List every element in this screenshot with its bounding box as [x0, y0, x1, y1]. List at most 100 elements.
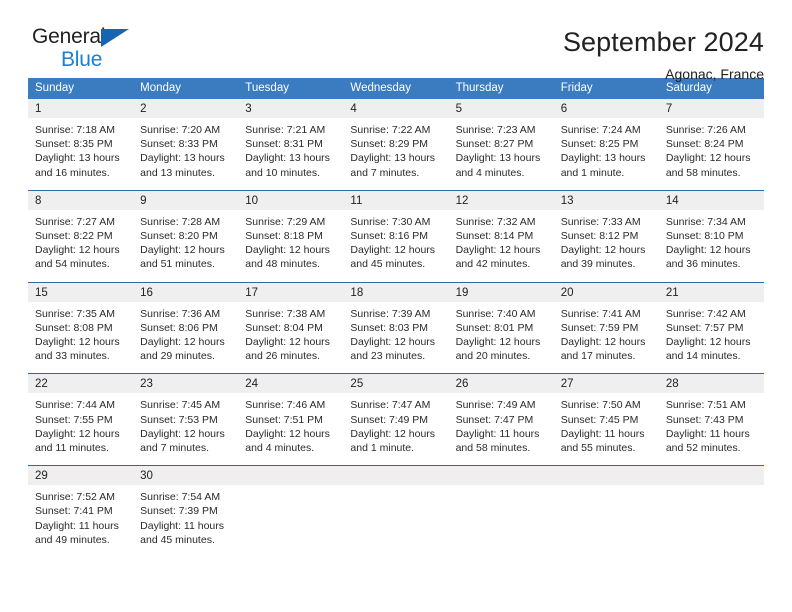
sunrise-time: Sunrise: 7:30 AM — [350, 215, 431, 228]
calendar-day-cell[interactable]: 26 Sunrise: 7:49 AM Sunset: 7:47 PM Dayligh… — [448, 373, 554, 466]
daylight-duration-line2: and 7 minutes. — [350, 166, 420, 179]
calendar-cell-empty — [448, 465, 554, 558]
calendar-day-cell[interactable]: 6 Sunrise: 7:24 AM Sunset: 8:25 PM Daylight… — [553, 99, 659, 190]
day-details — [449, 485, 554, 557]
day-number — [553, 466, 659, 486]
day-number — [238, 466, 344, 486]
daylight-duration-line2: and 11 minutes. — [35, 442, 109, 455]
day-details: Sunrise: 7:38 AM Sunset: 8:04 PM Daylight:… — [238, 302, 343, 374]
daylight-duration-line1: Daylight: 13 hours — [350, 152, 436, 165]
daylight-duration-line2: and 17 minutes. — [560, 350, 636, 363]
sunset-time: Sunset: 7:43 PM — [665, 413, 744, 426]
calendar-day-cell[interactable]: 29 Sunrise: 7:52 AM Sunset: 7:41 PM Dayligh… — [28, 465, 134, 558]
weekday-header-monday: Monday — [133, 78, 239, 99]
day-details: Sunrise: 7:42 AM Sunset: 7:57 PM Daylight:… — [659, 302, 764, 374]
daylight-duration-line1: Daylight: 11 hours — [665, 427, 750, 440]
calendar-body: 1 Sunrise: 7:18 AM Sunset: 8:35 PM Daylight… — [28, 99, 764, 558]
sunset-time: Sunset: 8:35 PM — [35, 138, 113, 151]
calendar-day-cell[interactable]: 20 Sunrise: 7:41 AM Sunset: 7:59 PM Dayligh… — [553, 281, 659, 374]
daylight-duration-line1: Daylight: 12 hours — [245, 336, 330, 349]
calendar-day-cell[interactable]: 19 Sunrise: 7:40 AM Sunset: 8:01 PM Dayligh… — [448, 281, 554, 374]
calendar-day-cell[interactable]: 3 Sunrise: 7:21 AM Sunset: 8:31 PM Daylight… — [238, 99, 344, 190]
day-details: Sunrise: 7:21 AM Sunset: 8:31 PM Daylight:… — [238, 118, 343, 190]
day-details: Sunrise: 7:23 AM Sunset: 8:27 PM Daylight:… — [449, 118, 554, 190]
day-details: Sunrise: 7:41 AM Sunset: 7:59 PM Daylight:… — [554, 302, 659, 374]
calendar-day-cell[interactable]: 9 Sunrise: 7:28 AM Sunset: 8:20 PM Daylight… — [133, 189, 239, 283]
calendar-day-cell[interactable]: 28 Sunrise: 7:51 AM Sunset: 7:43 PM Dayligh… — [658, 373, 764, 466]
day-number: 16 — [133, 282, 239, 302]
calendar-day-cell[interactable]: 11 Sunrise: 7:30 AM Sunset: 8:16 PM Dayligh… — [343, 189, 449, 283]
day-details: Sunrise: 7:49 AM Sunset: 7:47 PM Daylight:… — [449, 393, 554, 465]
daylight-duration-line2: and 10 minutes. — [245, 166, 320, 179]
calendar-day-cell[interactable]: 15 Sunrise: 7:35 AM Sunset: 8:08 PM Dayligh… — [28, 281, 134, 374]
day-number: 25 — [343, 374, 449, 394]
calendar-day-cell[interactable]: 30 Sunrise: 7:54 AM Sunset: 7:39 PM Dayligh… — [133, 465, 239, 558]
day-details: Sunrise: 7:27 AM Sunset: 8:22 PM Daylight:… — [28, 210, 133, 282]
daylight-duration-line1: Daylight: 13 hours — [140, 152, 225, 165]
daylight-duration-line2: and 14 minutes. — [665, 350, 741, 363]
calendar-day-cell[interactable]: 22 Sunrise: 7:44 AM Sunset: 7:55 PM Dayligh… — [28, 373, 134, 466]
day-details: Sunrise: 7:18 AM Sunset: 8:35 PM Daylight:… — [28, 118, 133, 190]
calendar-day-cell[interactable]: 8 Sunrise: 7:27 AM Sunset: 8:22 PM Daylight… — [28, 189, 134, 283]
day-details — [554, 485, 659, 557]
calendar-day-cell[interactable]: 24 Sunrise: 7:46 AM Sunset: 7:51 PM Dayligh… — [238, 373, 344, 466]
calendar-day-cell[interactable]: 5 Sunrise: 7:23 AM Sunset: 8:27 PM Daylight… — [448, 99, 554, 190]
sunrise-time: Sunrise: 7:23 AM — [455, 124, 536, 136]
daylight-duration-line1: Daylight: 12 hours — [665, 152, 751, 165]
daylight-duration-line1: Daylight: 12 hours — [455, 336, 541, 349]
day-number: 10 — [238, 190, 344, 210]
day-number: 1 — [28, 99, 134, 118]
generalblue-logo[interactable]: General Blue — [28, 26, 146, 70]
calendar-day-cell[interactable]: 4 Sunrise: 7:22 AM Sunset: 8:29 PM Daylight… — [343, 99, 449, 190]
sunset-time: Sunset: 7:55 PM — [35, 413, 113, 426]
sunset-time: Sunset: 8:24 PM — [665, 138, 744, 151]
daylight-duration-line2: and 58 minutes. — [455, 442, 531, 455]
day-details: Sunrise: 7:50 AM Sunset: 7:45 PM Daylight:… — [554, 393, 659, 465]
calendar-day-cell[interactable]: 16 Sunrise: 7:36 AM Sunset: 8:06 PM Dayligh… — [133, 281, 239, 374]
calendar-day-cell[interactable]: 18 Sunrise: 7:39 AM Sunset: 8:03 PM Dayligh… — [343, 281, 449, 374]
sunset-time: Sunset: 8:20 PM — [140, 230, 218, 243]
day-details: Sunrise: 7:29 AM Sunset: 8:18 PM Daylight:… — [238, 210, 343, 282]
daylight-duration-line1: Daylight: 13 hours — [35, 152, 120, 165]
sunset-time: Sunset: 8:29 PM — [350, 138, 429, 151]
day-details: Sunrise: 7:52 AM Sunset: 7:41 PM Daylight:… — [28, 485, 133, 557]
sunrise-time: Sunrise: 7:26 AM — [665, 124, 746, 136]
day-number: 8 — [28, 190, 134, 210]
day-number: 23 — [133, 374, 239, 394]
day-number: 21 — [658, 282, 764, 302]
daylight-duration-line1: Daylight: 12 hours — [245, 427, 330, 440]
calendar-day-cell[interactable]: 13 Sunrise: 7:33 AM Sunset: 8:12 PM Dayligh… — [553, 189, 659, 283]
daylight-duration-line2: and 45 minutes. — [350, 258, 426, 271]
daylight-duration-line2: and 1 minute. — [560, 166, 625, 179]
daylight-duration-line1: Daylight: 11 hours — [560, 427, 645, 440]
daylight-duration-line1: Daylight: 12 hours — [665, 244, 751, 257]
daylight-duration-line1: Daylight: 12 hours — [350, 244, 436, 257]
daylight-duration-line1: Daylight: 12 hours — [140, 336, 225, 349]
calendar-day-cell[interactable]: 14 Sunrise: 7:34 AM Sunset: 8:10 PM Dayligh… — [658, 189, 764, 283]
daylight-duration-line1: Daylight: 12 hours — [140, 244, 225, 257]
calendar-day-cell[interactable]: 27 Sunrise: 7:50 AM Sunset: 7:45 PM Dayligh… — [553, 373, 659, 466]
day-details: Sunrise: 7:44 AM Sunset: 7:55 PM Daylight:… — [28, 393, 133, 465]
day-details: Sunrise: 7:33 AM Sunset: 8:12 PM Daylight:… — [554, 210, 659, 282]
sunrise-time: Sunrise: 7:42 AM — [665, 307, 746, 320]
day-details: Sunrise: 7:20 AM Sunset: 8:33 PM Daylight:… — [133, 118, 238, 190]
calendar-day-cell[interactable]: 23 Sunrise: 7:45 AM Sunset: 7:53 PM Dayligh… — [133, 373, 239, 466]
daylight-duration-line2: and 52 minutes. — [665, 442, 741, 455]
calendar-day-cell[interactable]: 25 Sunrise: 7:47 AM Sunset: 7:49 PM Dayligh… — [343, 373, 449, 466]
sunrise-time: Sunrise: 7:24 AM — [560, 124, 641, 136]
calendar-day-cell[interactable]: 17 Sunrise: 7:38 AM Sunset: 8:04 PM Dayligh… — [238, 281, 344, 374]
calendar-day-cell[interactable]: 1 Sunrise: 7:18 AM Sunset: 8:35 PM Daylight… — [28, 99, 134, 190]
calendar-day-cell[interactable]: 2 Sunrise: 7:20 AM Sunset: 8:33 PM Daylight… — [133, 99, 239, 190]
weekday-header-wednesday: Wednesday — [343, 78, 449, 99]
calendar-day-cell[interactable]: 7 Sunrise: 7:26 AM Sunset: 8:24 PM Daylight… — [658, 99, 764, 190]
calendar-day-cell[interactable]: 10 Sunrise: 7:29 AM Sunset: 8:18 PM Dayligh… — [238, 189, 344, 283]
sunrise-time: Sunrise: 7:28 AM — [140, 215, 221, 228]
calendar-day-cell[interactable]: 21 Sunrise: 7:42 AM Sunset: 7:57 PM Dayligh… — [658, 281, 764, 374]
sunrise-time: Sunrise: 7:20 AM — [140, 124, 221, 136]
day-number: 29 — [28, 466, 134, 486]
sunset-time: Sunset: 8:12 PM — [560, 230, 639, 243]
daylight-duration-line2: and 13 minutes. — [140, 166, 215, 179]
calendar-table: Sunday Monday Tuesday Wednesday Thursday… — [28, 78, 764, 558]
calendar-day-cell[interactable]: 12 Sunrise: 7:32 AM Sunset: 8:14 PM Dayligh… — [448, 189, 554, 283]
sunset-time: Sunset: 8:06 PM — [140, 321, 218, 334]
